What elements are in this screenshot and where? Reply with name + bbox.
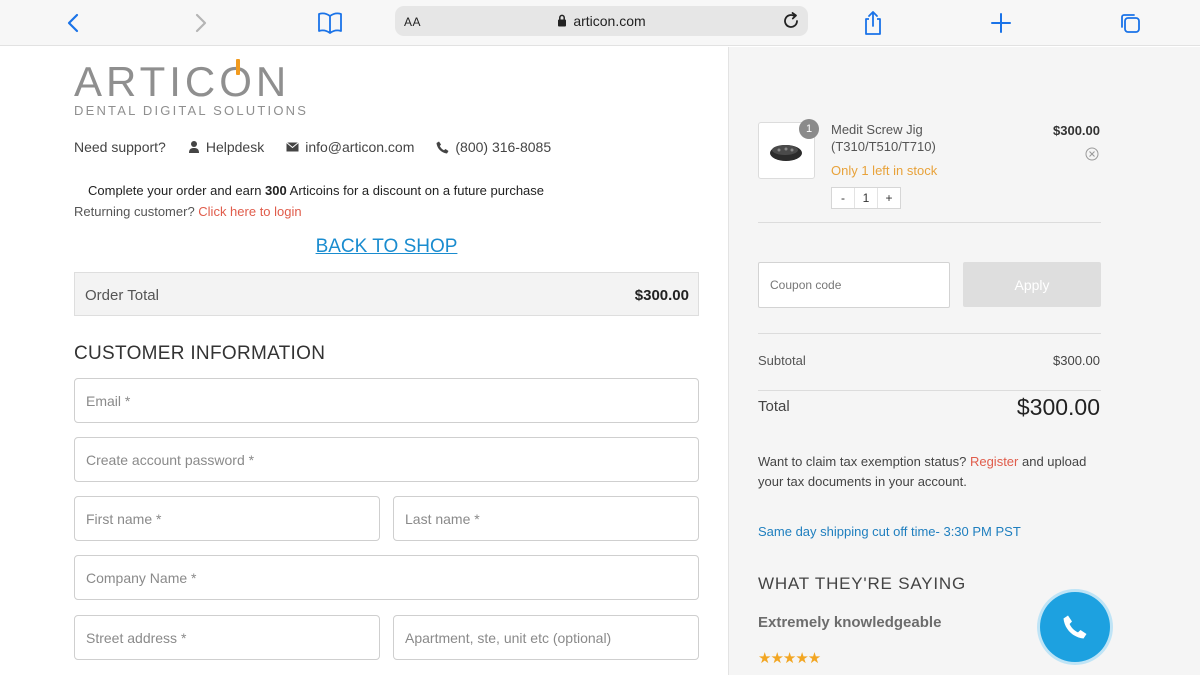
chevron-right-icon: [195, 13, 207, 33]
email-field[interactable]: [75, 379, 698, 422]
browser-toolbar: AA articon.com: [0, 0, 1200, 46]
helpdesk-link[interactable]: Helpdesk: [206, 139, 264, 155]
product-price: $300.00: [1053, 123, 1100, 138]
last-name-field-wrapper: [393, 496, 699, 541]
articoins-promo: Complete your order and earn 300 Articoi…: [88, 183, 545, 198]
subtotal-label: Subtotal: [758, 353, 806, 368]
register-link[interactable]: Register: [970, 454, 1018, 469]
lock-icon: [558, 14, 567, 27]
share-button[interactable]: [858, 8, 888, 38]
quantity-increase-button[interactable]: +: [878, 188, 900, 208]
testimonials-heading: WHAT THEY'RE SAYING: [758, 574, 966, 593]
customer-information-heading: CUSTOMER INFORMATION: [74, 343, 326, 364]
support-label: Need support?: [74, 139, 166, 155]
quantity-value[interactable]: 1: [854, 188, 878, 208]
phone-icon: [1063, 615, 1087, 639]
call-button[interactable]: [1040, 592, 1110, 662]
coupon-field-wrapper: [758, 262, 950, 308]
book-icon: [318, 12, 342, 34]
apply-coupon-button[interactable]: Apply: [963, 262, 1101, 307]
first-name-field-wrapper: [74, 496, 380, 541]
helpdesk-icon: [188, 141, 199, 153]
mail-icon: [286, 142, 300, 152]
order-total-bar[interactable]: Order Total $300.00: [74, 272, 699, 316]
back-nav-button[interactable]: [58, 8, 88, 38]
new-tab-button[interactable]: [986, 8, 1016, 38]
logo-power-bar: [235, 59, 240, 75]
quantity-decrease-button[interactable]: -: [832, 188, 854, 208]
password-field-wrapper: [74, 437, 699, 482]
login-link[interactable]: Click here to login: [198, 204, 301, 219]
articon-logo[interactable]: ARTICO N DENTAL DIGITAL SOLUTIONS: [74, 58, 309, 118]
order-total-value: $300.00: [634, 287, 689, 304]
back-to-shop-link[interactable]: BACK TO SHOP: [0, 236, 773, 258]
logo-wordmark: ARTICO N: [74, 58, 291, 105]
quantity-stepper: - 1 +: [831, 187, 901, 209]
tax-exemption-note: Want to claim tax exemption status? Regi…: [758, 454, 1087, 489]
returning-customer: Returning customer? Click here to login: [74, 204, 302, 219]
coupon-code-input[interactable]: [759, 263, 949, 307]
support-email-link[interactable]: info@articon.com: [305, 139, 414, 155]
total-value: $300.00: [1016, 394, 1100, 420]
review-title: Extremely knowledgeable: [758, 614, 942, 631]
subtotal-value: $300.00: [1053, 353, 1100, 368]
last-name-field[interactable]: [394, 497, 698, 540]
email-field-wrapper: [74, 378, 699, 423]
forward-nav-button[interactable]: [186, 8, 216, 38]
url-display: articon.com: [395, 13, 808, 29]
url-text: articon.com: [573, 13, 646, 29]
remove-item-icon[interactable]: [1085, 147, 1099, 161]
review-stars: ★★★★★: [758, 650, 821, 667]
apartment-field-wrapper: [393, 615, 699, 660]
password-field[interactable]: [75, 438, 698, 481]
product-name[interactable]: Medit Screw Jig (T310/T510/T710): [831, 121, 1011, 155]
phone-icon: [436, 141, 449, 153]
share-icon: [865, 11, 881, 35]
divider: [758, 222, 1101, 223]
plus-icon: [991, 13, 1011, 33]
total-label: Total: [758, 398, 790, 415]
support-bar: Need support? Helpdesk info@articon.com …: [74, 138, 551, 156]
apartment-field[interactable]: [394, 616, 698, 659]
chevron-left-icon: [67, 13, 79, 33]
tabs-overview-button[interactable]: [1115, 8, 1145, 38]
address-bar[interactable]: AA articon.com: [395, 6, 808, 36]
order-total-label: Order Total: [85, 287, 159, 304]
street-address-field[interactable]: [75, 616, 379, 659]
divider: [758, 333, 1101, 334]
order-summary-panel: 1 Medit Screw Jig (T310/T510/T710) Only …: [728, 47, 1200, 675]
bookmarks-button[interactable]: [315, 8, 345, 38]
reload-icon[interactable]: [780, 10, 802, 32]
checkout-form-panel: ARTICO N DENTAL DIGITAL SOLUTIONS Need su…: [0, 47, 728, 675]
stock-notice: Only 1 left in stock: [831, 163, 938, 178]
quantity-badge: 1: [799, 119, 819, 139]
first-name-field[interactable]: [75, 497, 379, 540]
street-field-wrapper: [74, 615, 380, 660]
articoins-amount: 300: [265, 183, 287, 198]
logo-tagline: DENTAL DIGITAL SOLUTIONS: [74, 103, 309, 118]
shipping-cutoff-notice: Same day shipping cut off time- 3:30 PM …: [758, 524, 1021, 539]
company-field-wrapper: [74, 555, 699, 600]
support-phone-link[interactable]: (800) 316-8085: [455, 139, 551, 155]
company-name-field[interactable]: [75, 556, 698, 599]
tabs-icon: [1121, 14, 1140, 33]
divider: [758, 390, 1101, 391]
